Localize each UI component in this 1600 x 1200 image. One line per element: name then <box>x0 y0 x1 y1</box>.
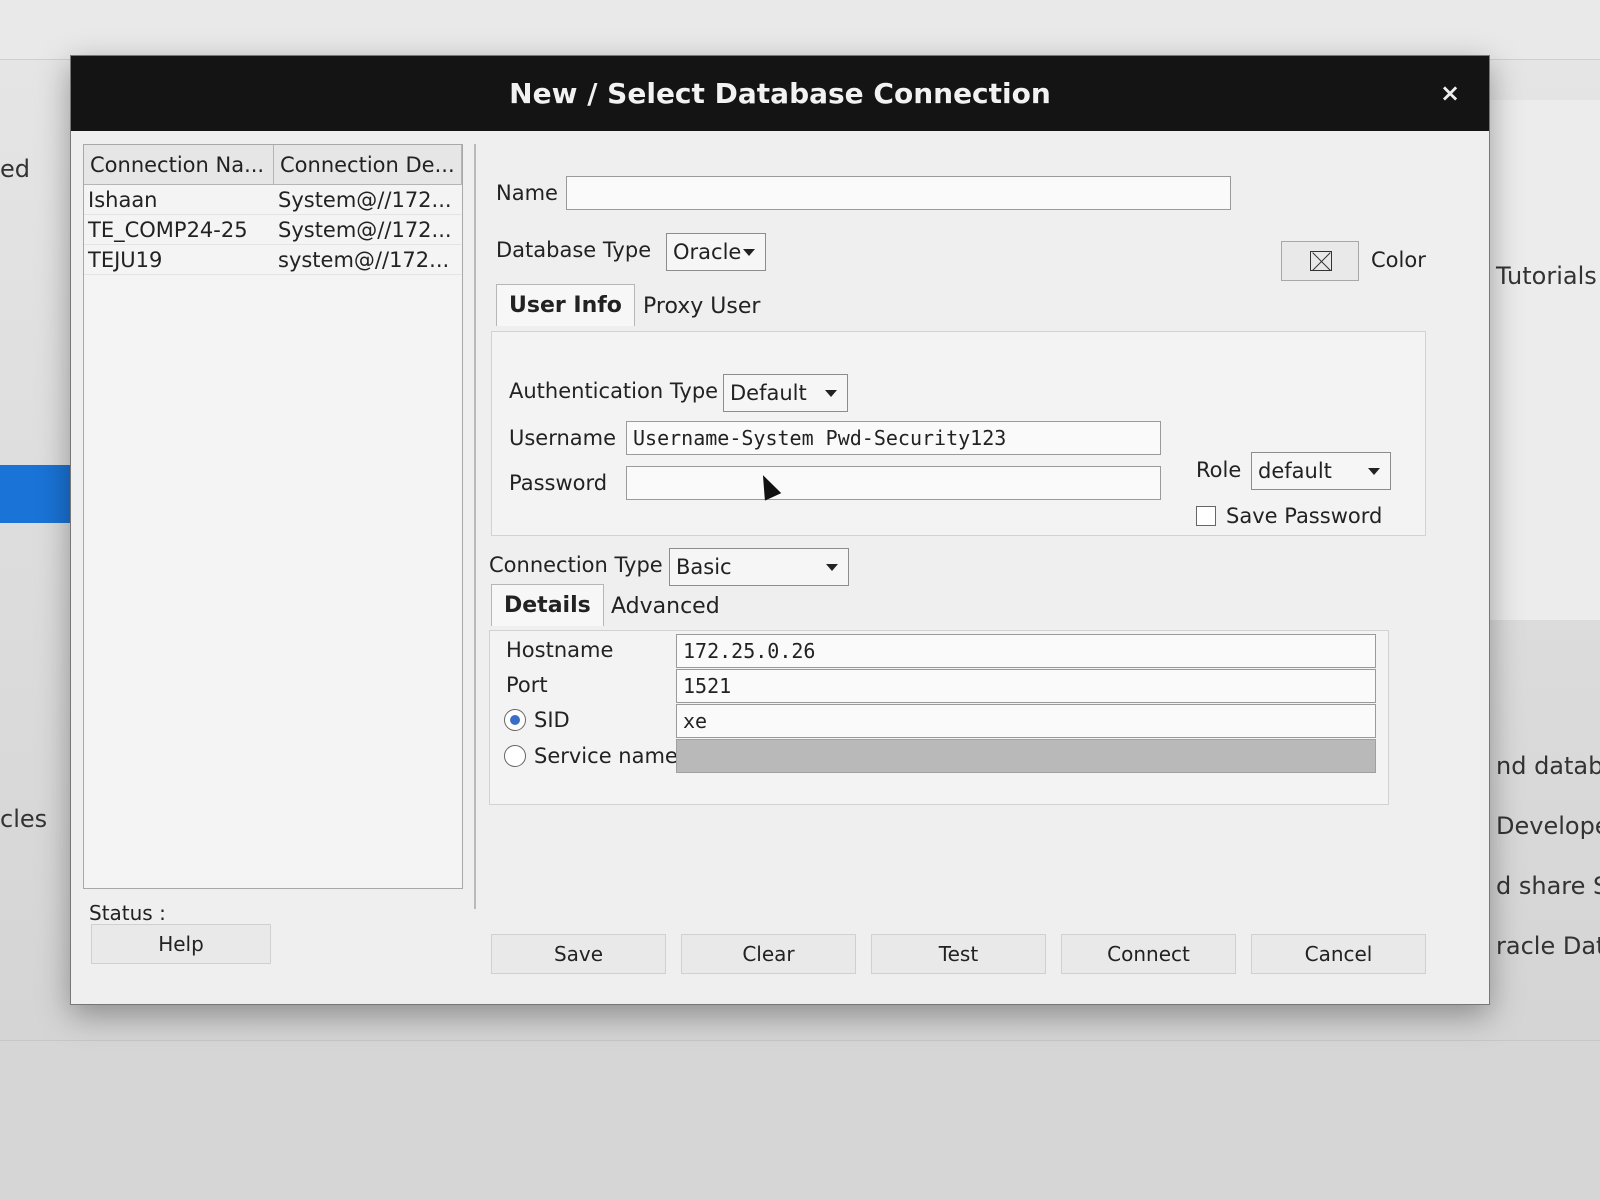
background-text: cles <box>0 805 48 833</box>
database-type-value: Oracle <box>673 240 742 264</box>
clear-button[interactable]: Clear <box>681 934 856 974</box>
new-select-connection-dialog: New / Select Database Connection × Conne… <box>70 55 1490 1005</box>
connection-type-value: Basic <box>676 555 732 579</box>
sid-input[interactable]: xe <box>676 704 1376 738</box>
tab-user-info[interactable]: User Info <box>496 284 635 326</box>
test-button[interactable]: Test <box>871 934 1046 974</box>
connection-details-cell: System@//172... <box>278 188 452 212</box>
close-icon[interactable]: × <box>1433 76 1467 110</box>
table-row[interactable]: Ishaan System@//172... <box>84 185 462 215</box>
connect-button[interactable]: Connect <box>1061 934 1236 974</box>
role-label: Role <box>1196 458 1242 482</box>
status-label: Status : <box>89 901 166 925</box>
chevron-down-icon <box>825 390 837 397</box>
password-input[interactable] <box>626 466 1161 500</box>
column-header-connection-details[interactable]: Connection De... <box>274 145 462 184</box>
save-password-checkbox[interactable] <box>1196 506 1216 526</box>
help-button[interactable]: Help <box>91 924 271 964</box>
background-link-tutorials[interactable]: Tutorials <box>1496 262 1597 290</box>
color-picker-button[interactable] <box>1281 241 1359 281</box>
background-selected-item <box>0 465 70 523</box>
table-row[interactable]: TE_COMP24-25 System@//172... <box>84 215 462 245</box>
background-text: nd database c <box>1496 752 1600 780</box>
connection-details-cell: system@//172... <box>278 248 450 272</box>
connection-name-cell: TEJU19 <box>88 248 163 272</box>
background-text: ed <box>0 155 30 183</box>
tab-details[interactable]: Details <box>491 584 604 626</box>
service-name-label: Service name <box>534 744 678 768</box>
connections-table-header: Connection Na... Connection De... <box>84 145 462 185</box>
connections-table: Connection Na... Connection De... Ishaan… <box>83 144 463 889</box>
username-input[interactable]: Username-System Pwd-Security123 <box>626 421 1161 455</box>
password-label: Password <box>509 471 608 495</box>
database-type-select[interactable]: Oracle <box>666 233 766 271</box>
database-type-label: Database Type <box>496 238 652 262</box>
chevron-down-icon <box>743 249 755 256</box>
connection-details-cell: System@//172... <box>278 218 452 242</box>
background-text: racle Database <box>1496 932 1600 960</box>
background-topbar <box>0 0 1600 60</box>
name-input[interactable] <box>566 176 1231 210</box>
color-label: Color <box>1371 248 1426 272</box>
service-name-input <box>676 739 1376 773</box>
tab-proxy-user[interactable]: Proxy User <box>631 286 772 327</box>
role-select[interactable]: default <box>1251 452 1391 490</box>
no-color-swatch-icon <box>1310 251 1332 271</box>
background-text: Developer in a <box>1496 812 1600 840</box>
chevron-down-icon <box>1368 468 1380 475</box>
table-row[interactable]: TEJU19 system@//172... <box>84 245 462 275</box>
username-label: Username <box>509 426 617 450</box>
authentication-type-label: Authentication Type <box>509 379 719 403</box>
chevron-down-icon <box>826 564 838 571</box>
port-label: Port <box>506 673 548 697</box>
save-password-label: Save Password <box>1226 504 1383 528</box>
hostname-label: Hostname <box>506 638 614 662</box>
port-input[interactable]: 1521 <box>676 669 1376 703</box>
sid-radio[interactable] <box>504 709 526 731</box>
hostname-input[interactable]: 172.25.0.26 <box>676 634 1376 668</box>
tab-advanced[interactable]: Advanced <box>599 586 732 627</box>
connection-name-cell: Ishaan <box>88 188 158 212</box>
authentication-type-value: Default <box>730 381 807 405</box>
service-name-radio[interactable] <box>504 745 526 767</box>
cancel-button[interactable]: Cancel <box>1251 934 1426 974</box>
dialog-title: New / Select Database Connection <box>509 77 1051 110</box>
save-button[interactable]: Save <box>491 934 666 974</box>
name-label: Name <box>496 181 558 205</box>
connection-type-label: Connection Type <box>489 553 663 577</box>
panel-divider[interactable] <box>474 144 478 909</box>
background-text: d share SQL, fo <box>1496 872 1600 900</box>
connection-type-select[interactable]: Basic <box>669 548 849 586</box>
dialog-titlebar: New / Select Database Connection × <box>71 56 1489 131</box>
connection-name-cell: TE_COMP24-25 <box>88 218 248 242</box>
role-value: default <box>1258 459 1332 483</box>
background-lower-area <box>0 1040 1600 1200</box>
column-header-connection-name[interactable]: Connection Na... <box>84 145 274 184</box>
sid-label: SID <box>534 708 570 732</box>
authentication-type-select[interactable]: Default <box>723 374 848 412</box>
